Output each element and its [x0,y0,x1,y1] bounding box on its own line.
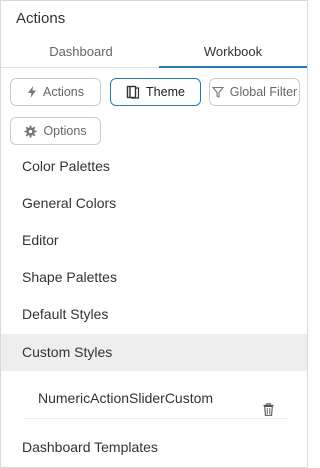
actions-button[interactable]: Actions [10,78,101,106]
menu-item-color-palettes[interactable]: Color Palettes [1,148,307,185]
trash-icon[interactable] [263,390,274,432]
custom-style-name: NumericActionSliderCustom [38,390,214,406]
filter-icon [211,86,224,98]
global-filter-button[interactable]: Global Filter [209,78,300,106]
lightning-icon [27,86,37,98]
gear-icon [24,124,37,138]
menu-item-editor[interactable]: Editor [1,222,307,259]
menu-item-general-colors[interactable]: General Colors [1,185,307,222]
custom-style-entry[interactable]: NumericActionSliderCustom [23,377,289,419]
tab-dashboard[interactable]: Dashboard [1,37,161,67]
theme-button-label: Theme [146,85,185,99]
menu-item-custom-styles[interactable]: Custom Styles [1,334,307,371]
menu-item-shape-palettes[interactable]: Shape Palettes [1,259,307,296]
menu-item-default-styles[interactable]: Default Styles [1,296,307,333]
global-filter-button-label: Global Filter [229,85,298,99]
theme-button[interactable]: Theme [110,78,201,106]
tab-workbook[interactable]: Workbook [159,37,307,68]
tab-bar: Dashboard Workbook [1,37,307,68]
options-button-label: Options [43,124,87,138]
actions-button-label: Actions [43,85,84,99]
panel-title: Actions [16,10,66,27]
theme-book-icon [126,85,140,99]
actions-panel: Actions Dashboard Workbook Actions Theme… [0,0,308,468]
options-button[interactable]: Options [10,117,101,145]
menu-item-dashboard-templates[interactable]: Dashboard Templates [1,429,307,466]
